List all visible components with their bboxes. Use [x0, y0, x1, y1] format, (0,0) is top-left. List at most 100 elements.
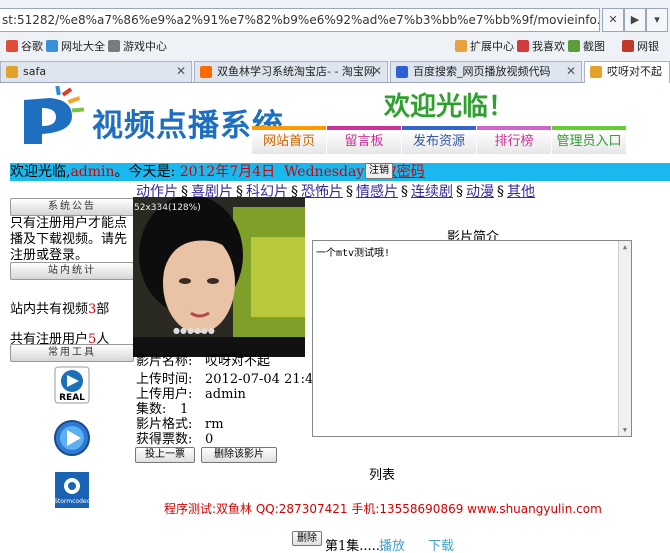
- video-count-prefix: 站内共有视频: [10, 302, 89, 317]
- episodes-row: 集数: 1: [136, 402, 188, 417]
- scroll-down-icon[interactable]: ▼: [619, 424, 631, 436]
- field-label: 获得票数:: [136, 432, 193, 447]
- field-label: 上传时间:: [136, 372, 193, 387]
- tab-label: 百度搜索_网页播放视频代码: [413, 65, 551, 78]
- baidu-icon: [396, 66, 408, 78]
- favorite-label: 网银: [637, 40, 659, 53]
- logo-mark-icon: [24, 85, 85, 144]
- nav-admin[interactable]: 管理员入口: [552, 126, 626, 154]
- extension-center[interactable]: 扩展中心: [455, 40, 514, 54]
- forward-icon[interactable]: ▶: [624, 8, 646, 32]
- category-separator: §: [346, 184, 353, 200]
- delete-episode-button[interactable]: 删除: [292, 531, 322, 546]
- field-label: 影片名称:: [136, 354, 193, 369]
- close-icon[interactable]: ✕: [372, 62, 382, 81]
- bank-icon: [622, 40, 634, 52]
- intro-scrollbar[interactable]: ▲ ▼: [618, 241, 631, 436]
- nav-ranking[interactable]: 排行榜: [477, 126, 551, 154]
- favorite-sites[interactable]: 网址大全: [46, 40, 105, 54]
- category-other[interactable]: 其他: [507, 184, 535, 200]
- notice-panel-title: 系统公告: [10, 198, 134, 216]
- footer-credits: 程序测试:双鱼林 QQ:287307421 手机:13558690869 www…: [164, 502, 602, 516]
- nav-publish[interactable]: 发布资源: [402, 126, 476, 154]
- intro-text: 一个mtv测试哦!: [316, 248, 391, 259]
- tab-bar: safa ✕ 双鱼林学习系统淘宝店- - 淘宝网 ✕ 百度搜索_网页播放视频代码 ✕ …: [0, 61, 670, 83]
- movie-name-value: 哎呀对不起: [205, 354, 271, 369]
- movie-thumbnail[interactable]: ●●●●●● 52x334(128%): [133, 197, 305, 357]
- favorite-label: 谷歌: [21, 40, 43, 53]
- globe-icon: [46, 40, 58, 52]
- storm-codec-icon[interactable]: Stormcodec: [53, 470, 91, 510]
- tab-taobao[interactable]: 双鱼林学习系统淘宝店- - 淘宝网 ✕: [194, 61, 388, 82]
- google-icon: [6, 40, 18, 52]
- thumbnail-size-label: 52x334(128%): [134, 203, 201, 213]
- real-label: REAL: [59, 393, 85, 403]
- favorite-google[interactable]: 谷歌: [6, 40, 43, 54]
- tab-baidu[interactable]: 百度搜索_网页播放视频代码 ✕: [390, 61, 582, 82]
- category-romance[interactable]: 情感片: [356, 184, 398, 200]
- field-label: 集数:: [136, 402, 167, 417]
- favorites-bar: 谷歌 网址大全 游戏中心 扩展中心 我喜欢 截图 网银: [0, 36, 670, 58]
- category-anime[interactable]: 动漫: [466, 184, 494, 200]
- tab-current[interactable]: 哎呀对不起: [584, 61, 670, 83]
- real-player-icon[interactable]: REAL: [53, 365, 91, 405]
- stats-panel-title: 站内统计: [10, 262, 134, 280]
- tab-label: 哎呀对不起: [607, 65, 662, 78]
- media-player-icon[interactable]: [53, 418, 91, 458]
- scissors-icon: [568, 40, 580, 52]
- play-link[interactable]: 播放: [379, 535, 405, 553]
- download-link[interactable]: 下载: [428, 535, 454, 553]
- favorite-label: 我喜欢: [532, 40, 565, 53]
- greeting-user: admin: [70, 164, 115, 180]
- category-series[interactable]: 连续剧: [411, 184, 453, 200]
- screenshot-tool[interactable]: 截图: [568, 40, 605, 54]
- greeting-prefix: 欢迎光临,: [10, 164, 71, 180]
- episode-label: 第1集......: [325, 539, 385, 553]
- scroll-up-icon[interactable]: ▲: [619, 241, 631, 253]
- movie-name-row: 影片名称: 哎呀对不起: [136, 354, 270, 369]
- tab-safa[interactable]: safa ✕: [0, 61, 192, 82]
- delete-movie-button[interactable]: 删除该影片: [201, 447, 277, 463]
- greeting-bar: 欢迎光临,admin。今天是: 2012年7月4日 Wednesday 修改密码…: [10, 163, 670, 181]
- tab-label: 双鱼林学习系统淘宝店- - 淘宝网: [217, 65, 375, 78]
- address-bar[interactable]: st:51282/%e8%a7%86%e9%a2%91%e7%82%b9%e6%…: [0, 8, 600, 32]
- category-separator: §: [497, 184, 504, 200]
- uploader-value: admin: [205, 387, 246, 402]
- subtitle-text: ●●●●●●: [173, 326, 215, 335]
- close-icon[interactable]: ✕: [176, 62, 186, 81]
- intro-textarea[interactable]: 一个mtv测试哦! ▲ ▼: [312, 240, 632, 437]
- gamepad-icon: [108, 40, 120, 52]
- page-icon: [590, 66, 602, 78]
- field-label: 影片格式:: [136, 417, 193, 432]
- greeting-mid: 。今天是:: [114, 164, 180, 180]
- nav-home[interactable]: 网站首页: [252, 126, 326, 154]
- welcome-title: 欢迎光临！: [384, 92, 515, 122]
- format-row: 影片格式: rm: [136, 417, 224, 432]
- close-icon[interactable]: ✕: [602, 8, 624, 32]
- video-count: 站内共有视频3部: [10, 298, 109, 317]
- heart-icon: [517, 40, 529, 52]
- chevron-down-icon[interactable]: ▾: [646, 8, 668, 32]
- favorite-label: 游戏中心: [123, 40, 167, 53]
- tab-label: safa: [23, 65, 47, 78]
- notice-text: 只有注册用户才能点播及下载视频。请先注册或登录。: [10, 216, 128, 263]
- close-icon[interactable]: ✕: [566, 62, 576, 81]
- nav-guestbook[interactable]: 留言板: [327, 126, 401, 154]
- votes-row: 获得票数: 0: [136, 432, 213, 447]
- online-banking[interactable]: 网银: [622, 40, 659, 54]
- favorite-like[interactable]: 我喜欢: [517, 40, 565, 54]
- category-separator: §: [456, 184, 463, 200]
- category-horror[interactable]: 恐怖片: [301, 184, 343, 200]
- field-label: 上传用户:: [136, 387, 193, 402]
- storm-label: Stormcodec: [54, 498, 90, 505]
- favorite-label: 网址大全: [61, 40, 105, 53]
- favorite-label: 扩展中心: [470, 40, 514, 53]
- format-value: rm: [205, 417, 224, 432]
- upload-time-row: 上传时间: 2012-07-04 21:48:56: [136, 372, 342, 387]
- site-logo[interactable]: 视频点播系统: [22, 85, 283, 152]
- logout-button[interactable]: 注销: [365, 163, 393, 179]
- vote-button[interactable]: 投上一票: [135, 447, 195, 463]
- taobao-icon: [200, 66, 212, 78]
- list-title: 列表: [369, 468, 396, 483]
- favorite-games[interactable]: 游戏中心: [108, 40, 167, 54]
